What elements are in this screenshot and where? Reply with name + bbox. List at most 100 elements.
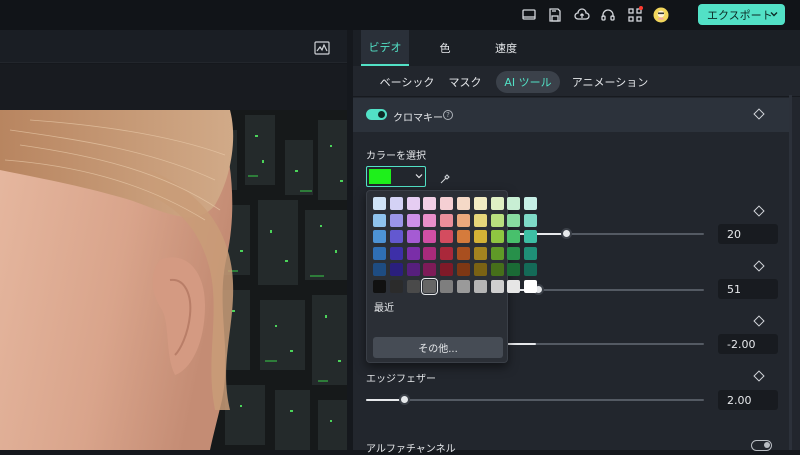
tab-animation[interactable]: アニメーション	[568, 71, 652, 93]
palette-swatch[interactable]	[373, 197, 386, 210]
palette-swatch[interactable]	[490, 230, 504, 243]
keyframe-diamond-icon[interactable]	[753, 260, 765, 272]
palette-swatch[interactable]	[440, 246, 454, 260]
palette-swatch[interactable]	[406, 197, 420, 210]
palette-swatch[interactable]	[457, 263, 470, 276]
palette-swatch[interactable]	[406, 213, 420, 227]
value-input[interactable]: 51	[718, 279, 778, 299]
value-input[interactable]: -2.00	[718, 334, 778, 354]
palette-swatch[interactable]	[473, 263, 487, 276]
alpha-channel-toggle[interactable]	[751, 440, 772, 451]
palette-swatch[interactable]	[440, 230, 454, 243]
palette-swatch[interactable]	[421, 277, 439, 295]
tab-color[interactable]: 色	[425, 30, 465, 66]
palette-swatch[interactable]	[524, 263, 538, 276]
palette-swatch[interactable]	[473, 213, 487, 227]
palette-swatch[interactable]	[524, 213, 538, 227]
keyframe-diamond-icon[interactable]	[753, 205, 765, 217]
palette-swatch[interactable]	[440, 197, 454, 210]
palette-swatch[interactable]	[524, 279, 538, 293]
video-frame[interactable]	[0, 110, 347, 450]
help-icon[interactable]: ?	[443, 110, 453, 120]
recent-colors-label: 最近	[374, 303, 394, 314]
scrollbar[interactable]	[789, 95, 792, 450]
palette-swatch[interactable]	[423, 263, 437, 276]
palette-swatch[interactable]	[524, 230, 538, 243]
slider-thumb[interactable]	[399, 394, 410, 405]
palette-swatch[interactable]	[406, 246, 420, 260]
notification-dot	[639, 6, 643, 10]
palette-swatch[interactable]	[524, 246, 538, 260]
more-colors-button[interactable]: その他...	[373, 337, 503, 358]
palette-swatch[interactable]	[490, 246, 504, 260]
palette-swatch[interactable]	[406, 263, 420, 276]
palette-swatch[interactable]	[406, 279, 420, 293]
palette-swatch[interactable]	[507, 279, 521, 293]
palette-swatch[interactable]	[373, 230, 386, 243]
tab-basic[interactable]: ベーシック	[365, 71, 449, 93]
palette-swatch[interactable]	[423, 213, 437, 227]
palette-swatch[interactable]	[524, 197, 538, 210]
waveform-monitor-icon[interactable]	[314, 40, 330, 55]
keyframe-diamond-icon[interactable]	[753, 370, 765, 382]
palette-swatch[interactable]	[423, 246, 437, 260]
palette-swatch[interactable]	[473, 279, 487, 293]
save-icon[interactable]	[547, 7, 563, 23]
tab-ai-tools[interactable]: AI ツール	[496, 71, 560, 93]
palette-swatch[interactable]	[423, 230, 437, 243]
eyedropper-icon[interactable]	[439, 170, 451, 184]
palette-swatch[interactable]	[373, 279, 386, 293]
chroma-key-toggle[interactable]	[366, 109, 387, 120]
keyframe-diamond-icon[interactable]	[753, 315, 765, 327]
chroma-key-label: クロマキー	[393, 113, 443, 124]
keyframe-diamond-icon[interactable]	[753, 108, 765, 120]
palette-swatch[interactable]	[423, 197, 437, 210]
tab-mask[interactable]: マスク	[445, 71, 485, 93]
palette-swatch[interactable]	[440, 279, 454, 293]
divider	[353, 96, 800, 97]
value-input[interactable]: 20	[718, 224, 778, 244]
palette-swatch[interactable]	[473, 197, 487, 210]
palette-swatch[interactable]	[457, 197, 470, 210]
chroma-key-row: クロマキー ?	[353, 98, 790, 132]
export-button[interactable]: エクスポート	[698, 4, 785, 25]
palette-swatch[interactable]	[373, 246, 386, 260]
palette-swatch[interactable]	[389, 213, 403, 227]
palette-swatch[interactable]	[457, 246, 470, 260]
cloud-upload-icon[interactable]	[574, 7, 590, 23]
palette-swatch[interactable]	[473, 230, 487, 243]
avatar-icon[interactable]	[653, 7, 669, 23]
palette-swatch[interactable]	[490, 263, 504, 276]
slider-track[interactable]	[366, 399, 704, 401]
slider-thumb[interactable]	[561, 228, 572, 239]
palette-swatch[interactable]	[457, 279, 470, 293]
palette-swatch[interactable]	[490, 213, 504, 227]
value-input[interactable]: 2.00	[718, 390, 778, 410]
palette-swatch[interactable]	[389, 263, 403, 276]
palette-swatch[interactable]	[507, 263, 521, 276]
tab-basic-label: ベーシック	[379, 76, 435, 89]
palette-swatch[interactable]	[490, 279, 504, 293]
tab-video[interactable]: ビデオ	[361, 30, 409, 66]
headset-icon[interactable]	[600, 7, 616, 23]
palette-swatch[interactable]	[389, 246, 403, 260]
palette-swatch[interactable]	[389, 230, 403, 243]
tab-speed[interactable]: 速度	[481, 30, 531, 66]
palette-swatch[interactable]	[473, 246, 487, 260]
palette-swatch[interactable]	[389, 279, 403, 293]
palette-swatch[interactable]	[389, 197, 403, 210]
palette-swatch[interactable]	[457, 230, 470, 243]
color-select-dropdown[interactable]	[366, 166, 426, 187]
palette-swatch[interactable]	[490, 197, 504, 210]
palette-swatch[interactable]	[457, 213, 470, 227]
palette-swatch[interactable]	[507, 213, 521, 227]
palette-swatch[interactable]	[373, 263, 386, 276]
palette-swatch[interactable]	[440, 213, 454, 227]
palette-swatch[interactable]	[507, 230, 521, 243]
palette-swatch[interactable]	[440, 263, 454, 276]
palette-swatch[interactable]	[507, 197, 521, 210]
palette-swatch[interactable]	[373, 213, 386, 227]
palette-swatch[interactable]	[406, 230, 420, 243]
palette-swatch[interactable]	[507, 246, 521, 260]
monitor-icon[interactable]	[521, 7, 537, 23]
